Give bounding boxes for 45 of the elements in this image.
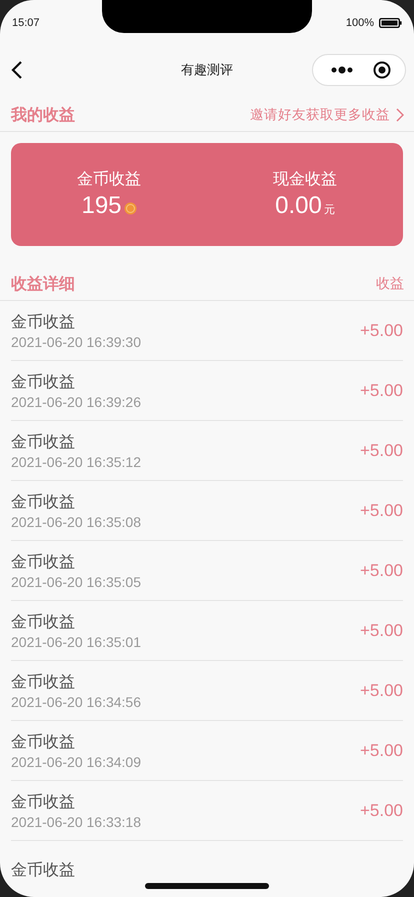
income-time: 2021-06-20 16:34:09: [11, 754, 141, 770]
income-amount: +5.00: [360, 560, 403, 580]
close-icon[interactable]: [373, 61, 391, 79]
income-time: 2021-06-20 16:35:05: [11, 574, 141, 590]
income-type: 金币收益: [11, 732, 76, 752]
income-amount: +5.00: [360, 740, 403, 760]
column-header: 收益: [376, 275, 404, 293]
section-title: 收益详细: [11, 274, 75, 294]
earnings-value: 195: [81, 192, 122, 220]
coin-icon: [124, 202, 137, 214]
income-amount: +5.00: [360, 620, 403, 640]
income-amount: +5.00: [360, 440, 403, 460]
income-type: 金币收益: [11, 432, 76, 452]
income-amount: +5.00: [360, 800, 403, 820]
income-time: 2021-06-20 16:35:01: [11, 634, 141, 650]
income-type: 金币收益: [11, 492, 76, 512]
income-time: 2021-06-20 16:33:18: [11, 814, 141, 830]
income-time: 2021-06-20 16:35:12: [11, 454, 141, 470]
income-type: 金币收益: [11, 612, 76, 632]
income-time: 2021-06-20 16:34:56: [11, 694, 141, 710]
battery-percent: 100%: [346, 17, 374, 29]
income-time: 2021-06-20 16:39:30: [11, 334, 141, 350]
battery-icon: [379, 18, 402, 28]
income-amount: +5.00: [360, 380, 403, 400]
earnings-value: 0.00: [275, 192, 322, 220]
income-amount: +5.00: [360, 680, 403, 700]
income-amount: +5.00: [360, 320, 403, 340]
income-time: 2021-06-20 16:39:26: [11, 394, 141, 410]
earnings-label: 现金收益: [273, 170, 337, 190]
section-title: 我的收益: [11, 106, 75, 126]
income-type: 金币收益: [11, 552, 76, 572]
currency-unit: 元: [324, 203, 335, 217]
page-title: 有趣测评: [180, 61, 234, 79]
chevron-right-icon: [396, 108, 404, 122]
income-time: 2021-06-20 16:35:08: [11, 514, 141, 530]
income-amount: +5.00: [360, 500, 403, 520]
invite-friends-link[interactable]: 邀请好友获取更多收益: [250, 106, 404, 124]
income-type: 金币收益: [11, 860, 75, 881]
income-type: 金币收益: [11, 792, 76, 812]
income-type: 金币收益: [11, 372, 76, 392]
earnings-label: 金币收益: [77, 170, 141, 190]
status-time: 15:07: [12, 17, 40, 29]
income-type: 金币收益: [11, 672, 76, 692]
more-icon[interactable]: [331, 66, 353, 74]
income-type: 金币收益: [11, 312, 76, 332]
